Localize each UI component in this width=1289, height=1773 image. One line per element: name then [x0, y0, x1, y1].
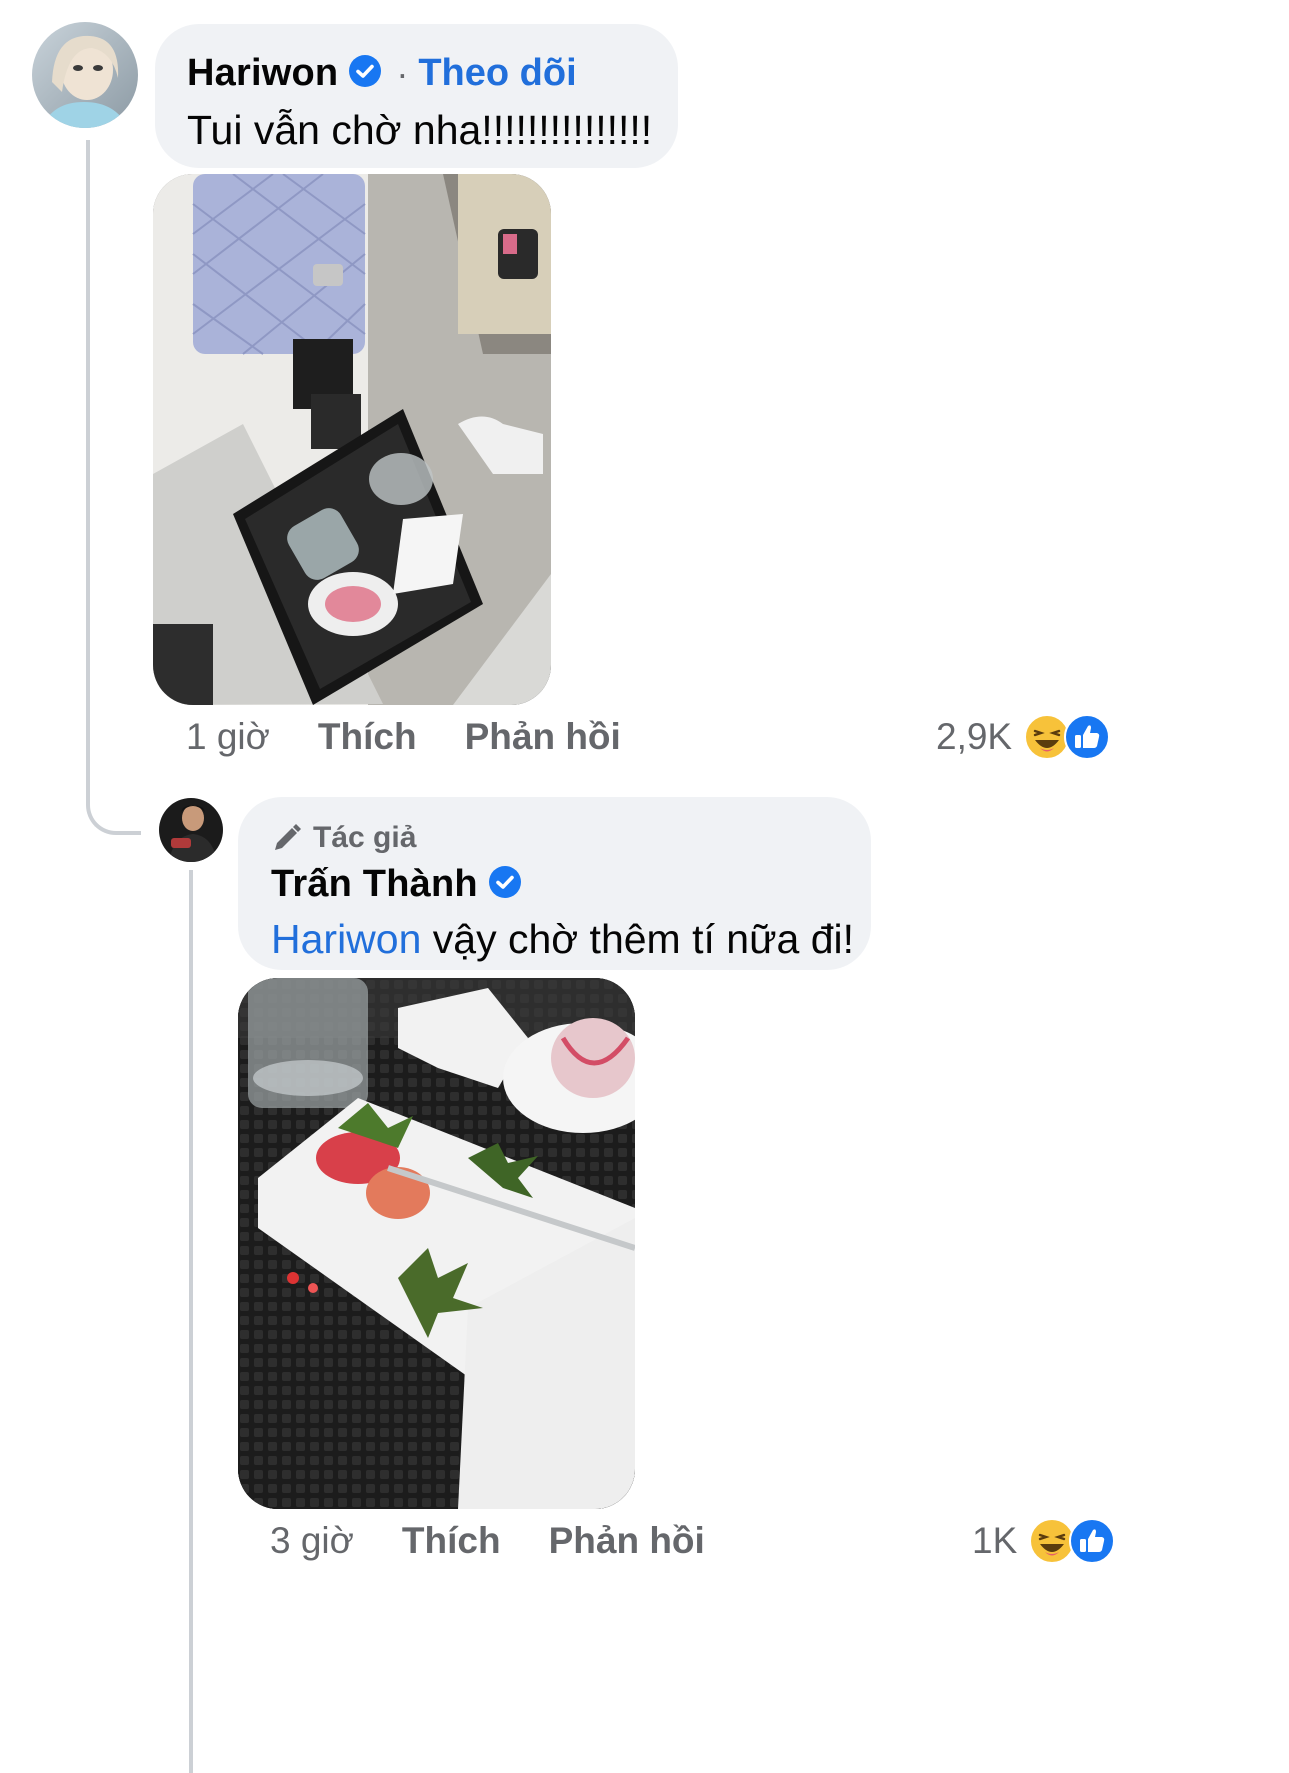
reply-thread-line	[189, 870, 193, 1773]
reply-time[interactable]: 3 giờ	[270, 1520, 354, 1562]
mention-link[interactable]: Hariwon	[271, 916, 421, 962]
reply-actions: 3 giờ Thích Phản hồi	[270, 1520, 705, 1562]
reply-reaction-summary[interactable]: 1K	[972, 1518, 1116, 1564]
reply-text: Hariwon vậy chờ thêm tí nữa đi!	[271, 916, 871, 963]
reply-avatar[interactable]	[159, 798, 223, 862]
reply-button[interactable]: Phản hồi	[465, 716, 621, 758]
like-icon	[1069, 1518, 1116, 1564]
thread-line	[86, 140, 90, 780]
reply-reply-button[interactable]: Phản hồi	[549, 1520, 705, 1562]
reply-like-button[interactable]: Thích	[402, 1520, 501, 1562]
reply-reaction-count: 1K	[972, 1520, 1018, 1561]
reply-photo[interactable]	[238, 978, 635, 1509]
reply-author-name[interactable]: Trấn Thành	[271, 863, 478, 906]
author-badge-label: Tác giả	[313, 821, 417, 854]
verified-badge-icon	[488, 865, 522, 904]
comment-photo[interactable]	[153, 174, 551, 705]
comment-bubble: Hariwon · Theo dõi Tui vẫn chờ nha!!!!!!…	[155, 24, 678, 168]
author-name[interactable]: Hariwon	[187, 52, 338, 95]
reaction-count: 2,9K	[936, 716, 1013, 757]
reply-bubble: Tác giả Trấn Thành Hariwon vậy chờ thêm …	[238, 797, 871, 970]
avatar[interactable]	[32, 22, 138, 128]
follow-link[interactable]: Theo dõi	[418, 52, 576, 95]
thread-curve	[86, 760, 141, 835]
verified-badge-icon	[348, 54, 382, 93]
reaction-summary[interactable]: 2,9K	[936, 714, 1111, 760]
like-icon	[1064, 714, 1111, 760]
reply-header: Trấn Thành	[271, 863, 871, 906]
comment-actions: 1 giờ Thích Phản hồi	[186, 716, 621, 758]
like-button[interactable]: Thích	[318, 716, 417, 758]
reply-text-body: vậy chờ thêm tí nữa đi!	[421, 916, 855, 962]
comment-time[interactable]: 1 giờ	[186, 716, 270, 758]
separator-dot: ·	[396, 52, 409, 94]
comment-text: Tui vẫn chờ nha!!!!!!!!!!!!!!!	[187, 107, 653, 153]
author-badge: Tác giả	[271, 821, 871, 855]
pen-icon	[275, 824, 301, 850]
comment-header: Hariwon · Theo dõi	[187, 52, 678, 95]
